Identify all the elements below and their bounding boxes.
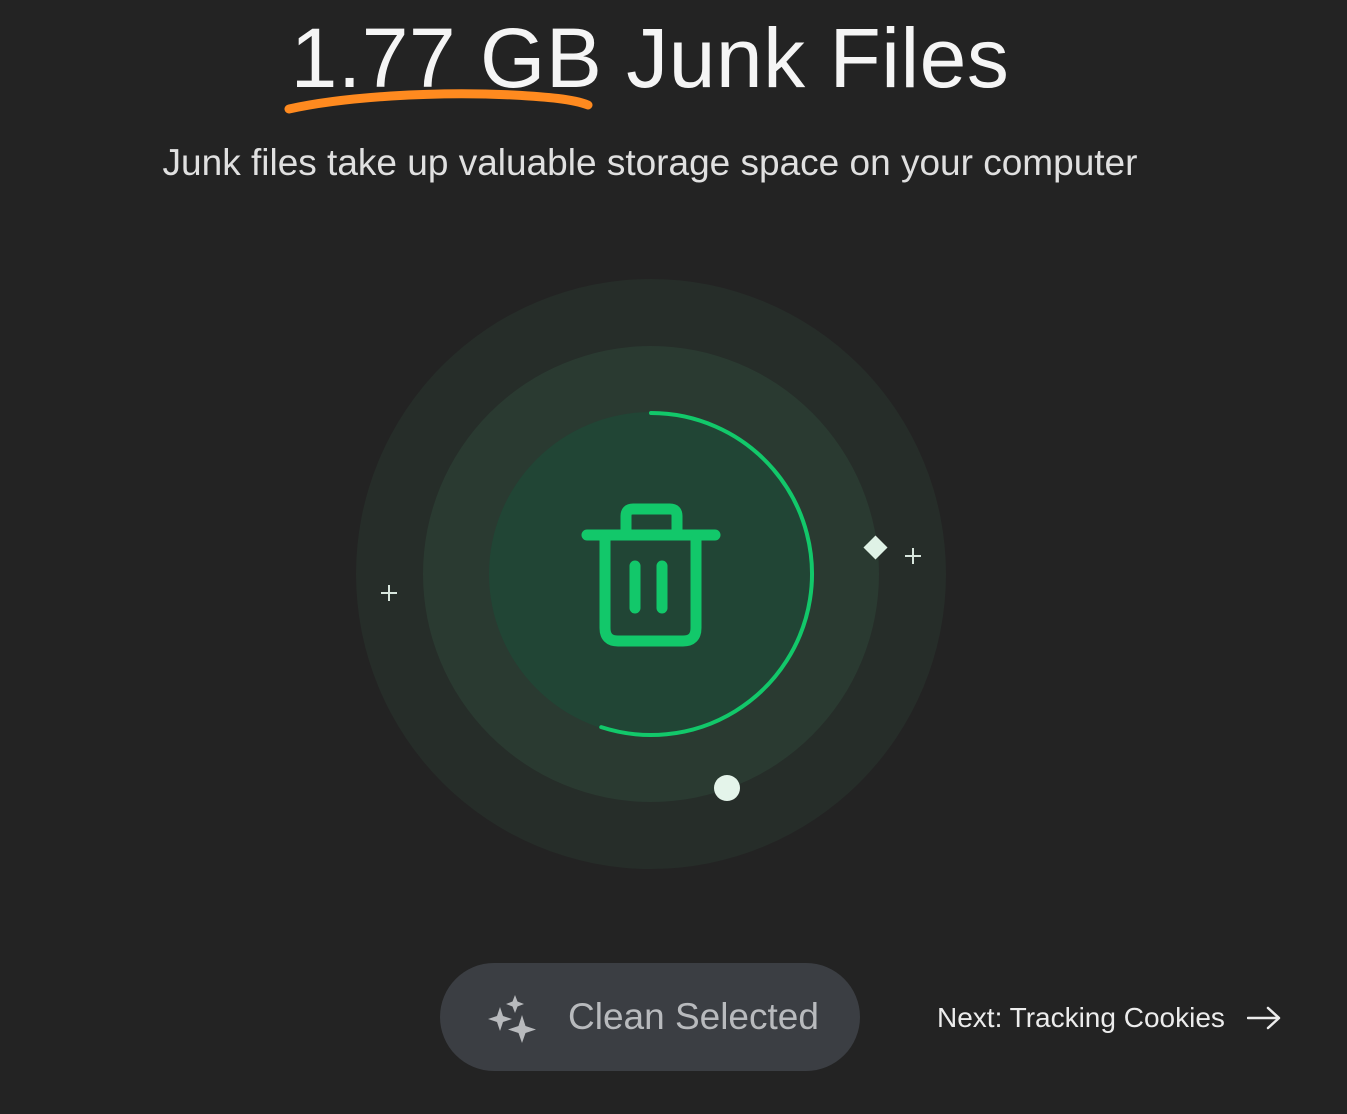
- next-link-label: Next: Tracking Cookies: [937, 1002, 1225, 1033]
- junk-files-screen: 1.77 GB Junk Files Junk files take up va…: [0, 0, 1347, 1114]
- next-tracking-cookies-link[interactable]: Next: Tracking Cookies: [937, 996, 1281, 1040]
- dot-icon: [714, 775, 740, 801]
- clean-selected-label: Clean Selected: [568, 996, 819, 1037]
- arrow-right-icon: [1246, 1006, 1281, 1030]
- sparkle-icon: [488, 995, 536, 1043]
- clean-selected-button[interactable]: Clean Selected: [440, 963, 860, 1071]
- scan-visual: [356, 279, 946, 869]
